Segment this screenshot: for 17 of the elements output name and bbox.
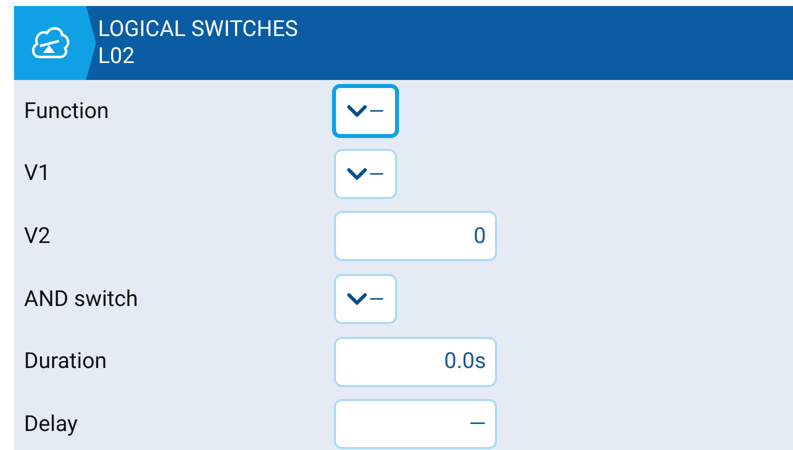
choice-dropdown[interactable]: —	[334, 274, 397, 324]
chevron-down-icon	[346, 293, 367, 306]
field-label: AND switch	[23, 286, 140, 314]
chevron-down-icon	[346, 105, 367, 118]
choice-dropdown[interactable]: —	[332, 84, 399, 138]
choice-dropdown[interactable]: —	[334, 148, 397, 199]
number-field[interactable]: 0.0s	[334, 336, 497, 387]
chevron-down-icon	[346, 168, 367, 180]
field-label: Function	[23, 98, 110, 126]
window-title: LOGICAL SWITCHES	[98, 16, 298, 43]
field-label: V2	[23, 222, 52, 251]
number-field[interactable]: 0	[334, 211, 497, 262]
field-label: Delay	[23, 410, 79, 439]
field-label: V1	[23, 160, 52, 188]
field-label: Duration	[23, 348, 108, 376]
window-subtitle: L02	[98, 43, 136, 70]
number-field[interactable]: —	[334, 399, 497, 450]
